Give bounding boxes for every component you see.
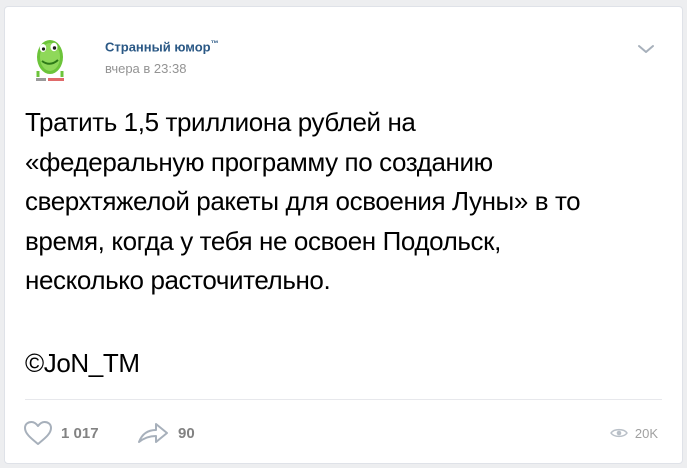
eye-icon: [609, 428, 628, 438]
author-name-text[interactable]: Странный юмор: [105, 39, 211, 54]
post-text-line: «федеральную программу по созданию: [25, 146, 493, 177]
post-text-line: Тратить 1,5 триллиона рублей на: [25, 107, 416, 137]
author-name[interactable]: Странный юмор™: [105, 39, 219, 54]
post-signature: ©JoN_TM: [25, 348, 140, 378]
share-arrow-icon: [138, 423, 168, 443]
post-text-line: сверхтяжелой ракеты для освоения Луны» в…: [25, 186, 581, 216]
share-button[interactable]: 90: [136, 419, 195, 447]
post-text-line: время, когда у тебя не освоен Подольск,: [25, 225, 501, 256]
post-timestamp[interactable]: вчера в 23:38: [105, 61, 186, 76]
post-actions: 1 017 90 20K: [5, 415, 682, 455]
post-text-line: несколько расточительно.: [25, 265, 331, 295]
avatar[interactable]: [24, 27, 78, 83]
like-button[interactable]: 1 017: [23, 419, 99, 447]
heart-icon: [24, 421, 52, 445]
like-count: 1 017: [61, 424, 99, 442]
share-count: 90: [178, 424, 195, 442]
views-count: 20K: [634, 425, 658, 441]
views-counter: 20K: [609, 423, 658, 443]
post-text: Тратить 1,5 триллиона рублей на «федерал…: [25, 103, 675, 301]
trademark-mark: ™: [210, 39, 219, 48]
post-card: Странный юмор™ вчера в 23:38 Тратить 1,5…: [4, 6, 683, 464]
chevron-down-icon[interactable]: [637, 43, 655, 55]
divider: [25, 399, 662, 400]
